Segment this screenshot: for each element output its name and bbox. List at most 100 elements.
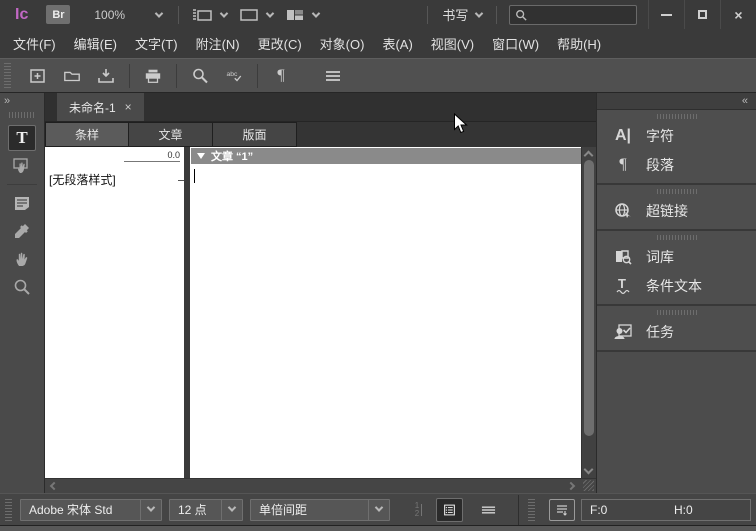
toolbar-grip[interactable] [4,62,11,89]
font-size-value: 12 点 [178,503,207,517]
workspace-switcher[interactable]: 书写 [434,0,490,29]
panel-label: 超链接 [646,202,688,219]
font-size-dropdown[interactable]: 12 点 [169,498,243,521]
find-change-button[interactable] [185,62,215,90]
new-document-icon [30,68,45,83]
scroll-down-icon[interactable] [583,464,594,475]
text-caret [194,169,195,183]
panel-group-grip[interactable] [656,310,697,315]
note-tool[interactable] [8,190,36,216]
dropdown-arrow[interactable] [221,499,242,520]
search-box[interactable] [509,4,638,25]
close-button[interactable]: × [720,0,756,29]
story-header: 文章 “1” [191,148,581,164]
position-tool[interactable] [8,153,36,179]
maximize-icon [698,10,707,19]
story-editor[interactable]: 文章 “1” [190,147,581,478]
document-tab[interactable]: 未命名-1 × [57,93,144,121]
menu-table[interactable]: 表(A) [373,29,421,58]
menu-changes[interactable]: 更改(C) [249,29,311,58]
type-tool[interactable]: T [8,125,36,151]
screen-mode-dropdown[interactable] [233,0,279,29]
tab-story[interactable]: 文章 [129,122,213,147]
character-icon: A| [614,126,632,144]
tools-grip[interactable] [9,112,35,118]
bridge-button[interactable]: Br [46,5,71,24]
menu-view[interactable]: 视图(V) [422,29,483,58]
dock-header: « [597,93,756,110]
scroll-right-icon[interactable] [566,481,576,491]
search-input[interactable] [527,7,632,22]
new-document-button[interactable] [23,62,53,90]
statusbar-grip[interactable] [5,498,12,521]
statusbar-menu-button[interactable] [475,498,502,522]
copyfit-info-button[interactable] [549,498,575,521]
incopy-window: Ic Br 100% 书写 × 文件(F) 编辑(E) 文字(T) 附注(N) … [0,0,756,531]
panel-button-hyperlinks[interactable]: 超链接 [597,196,756,225]
show-hidden-characters-button[interactable]: ¶ [266,62,296,90]
tools-expand-button[interactable]: » [0,93,13,109]
print-icon [145,69,161,83]
dropdown-arrow[interactable] [368,499,389,520]
menu-file[interactable]: 文件(F) [4,29,65,58]
hand-tool[interactable] [8,246,36,272]
spell-check-button[interactable]: abc [219,62,249,90]
toolbar-menu-button[interactable] [318,62,348,90]
type-tool-icon: T [16,128,28,147]
vertical-scrollbar[interactable] [581,147,596,478]
panel-group-grip[interactable] [656,189,697,194]
print-button[interactable] [138,62,168,90]
font-family-dropdown[interactable]: Adobe 宋体 Std [20,498,162,521]
minimize-button[interactable] [648,0,684,29]
depth-ruler-value: 0.0 [124,150,180,162]
menu-help[interactable]: 帮助(H) [548,29,610,58]
collapse-panels-icon[interactable]: « [742,95,748,107]
copyfit-grip[interactable] [528,498,535,521]
panel-button-thesaurus[interactable]: 词库 [597,242,756,271]
conditional-text-icon: T [610,276,636,296]
panel-group-grip[interactable] [656,235,697,240]
panel-label: 条件文本 [646,277,702,294]
scroll-left-icon[interactable] [49,481,59,491]
menu-notes[interactable]: 附注(N) [187,29,249,58]
panel-button-conditional-text[interactable]: T 条件文本 [597,271,756,300]
menu-edit[interactable]: 编辑(E) [65,29,126,58]
maximize-button[interactable] [684,0,720,29]
galley-info-column[interactable]: 0.0 [无段落样式] [45,147,184,478]
horizontal-scrollbar[interactable] [45,478,596,493]
window-controls: × [648,0,756,29]
panel-button-character[interactable]: A| 字符 [597,121,756,150]
scroll-up-icon[interactable] [583,150,594,161]
save-button[interactable] [91,62,121,90]
panel-group-grip[interactable] [656,114,697,119]
menu-type[interactable]: 文字(T) [126,29,187,58]
tab-layout[interactable]: 版面 [213,122,297,147]
menu-window[interactable]: 窗口(W) [483,29,548,58]
collapse-story-triangle-icon[interactable] [197,153,205,159]
tab-galley[interactable]: 条样 [45,122,129,147]
arrange-documents-dropdown[interactable] [279,0,325,29]
eyedropper-tool[interactable] [8,218,36,244]
open-document-button[interactable] [57,62,87,90]
close-tab-icon[interactable]: × [125,100,132,114]
dock-empty-area [597,352,756,493]
depth-ruler-tick [178,180,184,181]
zoom-tool[interactable] [8,274,36,300]
resize-grip[interactable] [583,480,594,491]
workspace-label: 书写 [442,8,469,23]
panel-button-assignments[interactable]: 任务 [597,317,756,346]
line-numbers-button[interactable]: 12 [405,498,432,522]
vertical-scroll-thumb[interactable] [584,160,594,436]
position-tool-icon [13,158,28,173]
zoom-level-value: 100% [94,7,126,22]
zoom-level-dropdown[interactable]: 100% [84,0,172,29]
menu-object[interactable]: 对象(O) [311,29,374,58]
dropdown-arrow[interactable] [140,499,161,520]
search-icon [193,68,208,84]
leading-dropdown[interactable]: 单倍间距 [250,498,390,521]
font-family-value: Adobe 宋体 Std [29,503,113,517]
titlebar: Ic Br 100% 书写 × [0,0,756,29]
galley-info-toggle-button[interactable] [436,497,463,522]
view-options-dropdown[interactable] [185,0,233,29]
panel-button-paragraph[interactable]: ¶ 段落 [597,150,756,179]
